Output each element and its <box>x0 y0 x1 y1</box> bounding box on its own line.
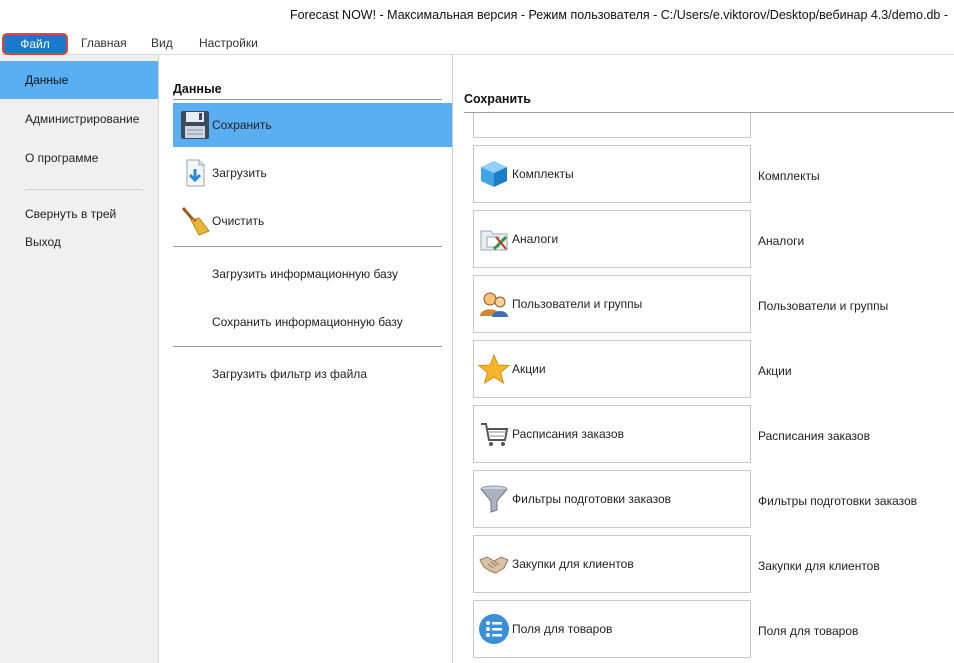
menu-file[interactable]: Файл <box>2 33 68 55</box>
option-users-desc: Пользователи и группы <box>758 299 889 313</box>
load-filter-link[interactable]: Загрузить фильтр из файла <box>212 367 367 381</box>
nav-separator <box>25 189 143 190</box>
option-kits-desc: Комплекты <box>758 169 820 183</box>
save-options-pane: Сохранить Комплекты Комплекты Аналоги Ан… <box>453 55 954 663</box>
nav-item-exit[interactable]: Выход <box>0 235 158 249</box>
folder-analog-icon <box>478 223 510 255</box>
option-filters-button[interactable]: Фильтры подготовки заказов <box>473 470 751 528</box>
menu-view[interactable]: Вид <box>151 32 173 54</box>
clear-command[interactable]: Очистить <box>173 199 453 243</box>
users-icon <box>478 288 510 320</box>
star-icon <box>477 353 511 385</box>
option-kits-label: Комплекты <box>512 167 574 181</box>
clear-label: Очистить <box>212 214 265 228</box>
cube-icon <box>478 158 510 190</box>
nav-item-about[interactable]: О программе <box>0 151 158 165</box>
window-title: Forecast NOW! - Максимальная версия - Ре… <box>289 8 948 22</box>
menu-bar: Файл Главная Вид Настройки <box>0 32 954 55</box>
option-schedules-desc: Расписания заказов <box>758 429 870 443</box>
save-title: Сохранить <box>464 92 531 106</box>
option-users-label: Пользователи и группы <box>512 297 643 311</box>
option-promotions-label: Акции <box>512 362 546 376</box>
option-filters-label: Фильтры подготовки заказов <box>512 492 672 506</box>
option-promotions-desc: Акции <box>758 364 792 378</box>
option-schedules-button[interactable]: Расписания заказов <box>473 405 751 463</box>
broom-icon <box>179 205 211 237</box>
option-filters-desc: Фильтры подготовки заказов <box>758 494 918 508</box>
title-bar: Forecast NOW! - Максимальная версия - Ре… <box>0 0 954 32</box>
option-analogs-desc: Аналоги <box>758 234 805 248</box>
option-product-fields-button[interactable]: Поля для товаров <box>473 600 751 658</box>
option-button-hidden[interactable] <box>473 113 751 138</box>
option-analogs-label: Аналоги <box>512 232 559 246</box>
option-product-fields-label: Поля для товаров <box>512 622 613 636</box>
section-rule-2 <box>173 346 442 347</box>
load-infobase-link[interactable]: Загрузить информационную базу <box>212 267 398 281</box>
save-infobase-link[interactable]: Сохранить информационную базу <box>212 315 403 329</box>
save-label: Сохранить <box>212 118 272 132</box>
option-schedules-label: Расписания заказов <box>512 427 624 441</box>
download-document-icon <box>179 157 211 189</box>
option-promotions-button[interactable]: Акции <box>473 340 751 398</box>
option-kits-button[interactable]: Комплекты <box>473 145 751 203</box>
cart-icon <box>478 418 510 450</box>
load-label: Загрузить <box>212 166 267 180</box>
menu-settings[interactable]: Настройки <box>199 32 258 54</box>
funnel-icon <box>478 483 510 515</box>
nav-item-administration[interactable]: Администрирование <box>0 112 158 126</box>
floppy-disk-icon <box>179 109 211 141</box>
option-purchases-button[interactable]: Закупки для клиентов <box>473 535 751 593</box>
data-commands-pane: Данные Сохранить Загрузить Очистить Загр… <box>159 55 453 663</box>
option-users-button[interactable]: Пользователи и группы <box>473 275 751 333</box>
option-purchases-desc: Закупки для клиентов <box>758 559 880 573</box>
option-analogs-button[interactable]: Аналоги <box>473 210 751 268</box>
save-command[interactable]: Сохранить <box>173 103 453 147</box>
nav-item-minimize-tray[interactable]: Свернуть в трей <box>0 207 158 221</box>
load-command[interactable]: Загрузить <box>173 151 453 195</box>
option-product-fields-desc: Поля для товаров <box>758 624 859 638</box>
section-title: Данные <box>173 82 222 96</box>
header-rule <box>173 99 442 100</box>
option-purchases-label: Закупки для клиентов <box>512 557 634 571</box>
handshake-icon <box>478 548 510 580</box>
save-options-list[interactable]: Комплекты Комплекты Аналоги Аналоги Поль… <box>453 113 954 663</box>
left-nav: Данные Администрирование О программе Све… <box>0 55 159 663</box>
nav-item-data[interactable]: Данные <box>0 61 158 99</box>
list-icon <box>478 613 510 645</box>
menu-home[interactable]: Главная <box>81 32 127 54</box>
section-rule <box>173 246 442 247</box>
